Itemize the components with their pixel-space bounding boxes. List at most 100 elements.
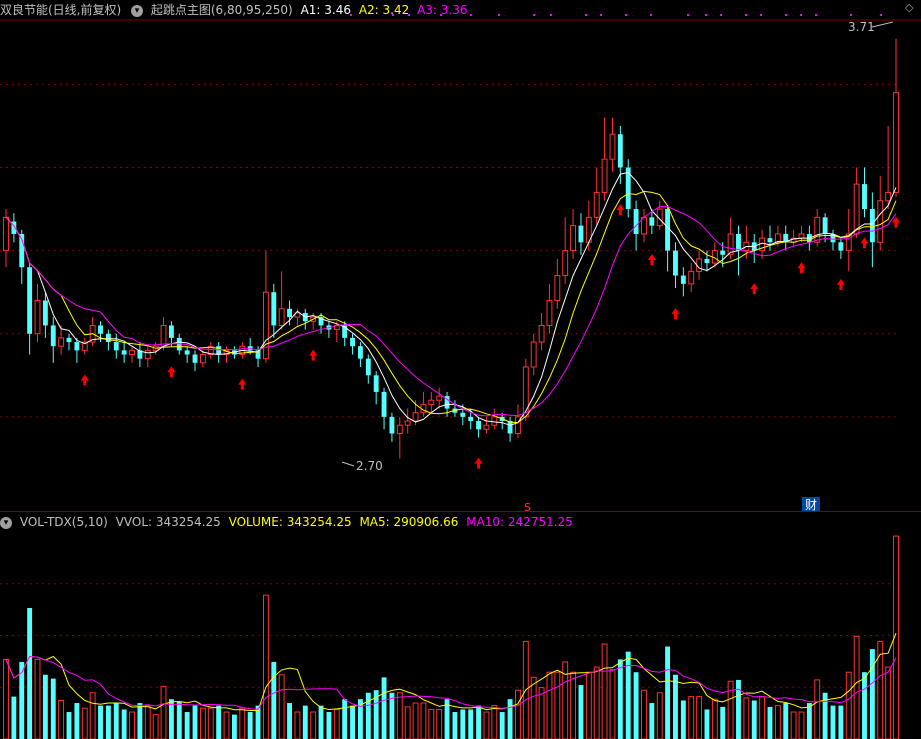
volume-bar-chart[interactable] (0, 512, 921, 739)
price-chart-panel[interactable]: 双良节能(日线,前复权) ▾ 起跳点主图(6,80,95,250) A1: 3.… (0, 0, 921, 512)
volume-bar-up (160, 685, 167, 739)
signal-dot (533, 14, 535, 16)
volume-bar-up (420, 702, 427, 739)
volume-bar-up (262, 594, 269, 739)
signal-dot (408, 14, 410, 16)
volume-bar-up (436, 708, 443, 739)
volume-bar-down (476, 705, 482, 739)
candlestick-chart[interactable]: 3.712.70S 财 (0, 0, 921, 512)
volume-chart-panel[interactable]: ▾ VOL-TDX(5,10) VVOL: 343254.25 VOLUME: … (0, 512, 921, 739)
signal-dot (705, 14, 707, 16)
volume-bar-down (460, 709, 466, 739)
volume-bar-up (743, 697, 750, 739)
signal-dot (800, 14, 802, 16)
volume-bar-down (271, 661, 277, 739)
volume-bar-up (593, 666, 600, 739)
volume-bar-down (578, 685, 584, 739)
volume-bar-up (404, 706, 411, 739)
volume-bar-up (845, 671, 852, 739)
volume-bar-down (625, 651, 631, 739)
volume-bar-up (790, 711, 797, 739)
volume-bar-down (318, 705, 324, 739)
volume-bar-down (720, 706, 726, 739)
signal-dot (880, 14, 882, 16)
candle-body-down (271, 292, 277, 326)
volume-bar-up (412, 702, 419, 739)
candle-body-down (822, 217, 828, 234)
candle-body-down (869, 209, 875, 243)
volume-bar-up (199, 707, 206, 739)
volume-bar-down (665, 646, 671, 739)
candle-body-down (66, 337, 72, 343)
volume-bar-down (192, 705, 198, 739)
signal-dot (392, 14, 394, 16)
candle-body-down (673, 250, 678, 276)
volume-bar-down (287, 703, 292, 739)
volume-bar-up (515, 689, 521, 739)
volume-bar-down (767, 706, 773, 739)
candle-body-up (3, 216, 9, 252)
candle-body-down (704, 258, 710, 264)
volume-bar-up (546, 671, 553, 739)
marker-cai: 财 (805, 498, 817, 512)
volume-bar-up (696, 696, 703, 739)
candle-body-up (877, 200, 884, 243)
candle-body-down (216, 346, 222, 355)
buy-arrow-icon (647, 253, 656, 265)
candle-body-up (570, 225, 577, 252)
volume-bar-down (751, 700, 757, 739)
volume-bar-down (50, 678, 56, 739)
volume-bar-down (137, 703, 143, 739)
signal-dot (350, 14, 352, 16)
volume-bar-down (42, 674, 48, 739)
candle-body-down (649, 217, 655, 226)
candle-body-down (507, 421, 513, 434)
candle-body-down (74, 342, 80, 351)
candle-body-down (105, 333, 111, 343)
volume-bar-up (601, 643, 608, 739)
candle-body-up (885, 191, 892, 202)
buy-arrow-icon (836, 278, 845, 290)
candle-body-down (98, 325, 103, 334)
volume-bar-down (468, 709, 474, 739)
volume-bar-down (381, 677, 387, 739)
candle-body-up (798, 233, 805, 239)
volume-bar-up (483, 711, 490, 739)
candle-body-down (42, 300, 48, 326)
candle-body-down (381, 391, 387, 417)
volume-bar-down (649, 703, 655, 739)
volume-bar-up (656, 692, 663, 739)
buy-arrow-icon (474, 457, 483, 469)
volume-bar-up (144, 705, 151, 739)
candle-body-up (546, 299, 553, 326)
signal-dot (440, 14, 442, 16)
volume-bar-up (853, 635, 860, 739)
volume-bar-down (326, 712, 332, 739)
volume-bar-down (806, 703, 812, 739)
volume-bar-down (617, 659, 623, 739)
candle-body-up (262, 291, 269, 360)
volume-bar-up (396, 692, 403, 739)
candle-body-up (593, 191, 600, 218)
volume-bar-up (278, 674, 285, 739)
volume-bar-down (389, 692, 395, 739)
candle-body-up (428, 399, 435, 405)
signal-dot (550, 14, 552, 16)
signal-dot (687, 14, 689, 16)
candle-body-up (483, 424, 490, 430)
candle-body-up (199, 354, 206, 364)
signal-dot (785, 14, 787, 16)
candle-body-down (767, 238, 773, 243)
price-ma-yellow (5, 190, 897, 424)
candle-body-down (373, 375, 379, 392)
candle-body-up (436, 395, 443, 401)
volume-bar-up (207, 707, 214, 739)
candle-body-up (601, 158, 608, 193)
candle-body-down (578, 225, 584, 243)
volume-bar-down (350, 705, 355, 739)
candle-body-down (357, 346, 363, 359)
volume-bar-down (27, 607, 33, 739)
candle-body-down (862, 184, 867, 210)
high-pointer (871, 21, 894, 28)
signal-dot (470, 14, 472, 16)
